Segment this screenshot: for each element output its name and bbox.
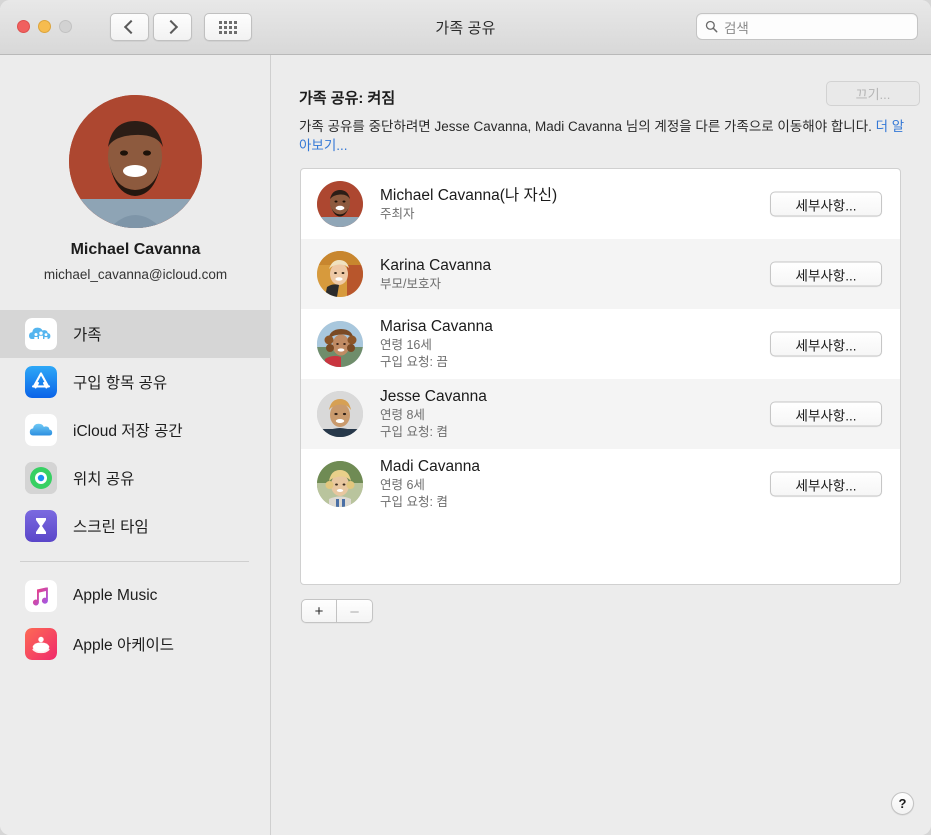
sidebar-item-label: 구입 항목 공유 (73, 375, 168, 392)
table-row[interactable]: Madi Cavanna 연령 6세 구입 요청: 켬 세부사항... (301, 449, 900, 519)
family-members-list: Michael Cavanna(나 자신) 주최자 세부사항... Karina… (300, 168, 901, 585)
table-row[interactable]: Karina Cavanna 부모/보호자 세부사항... (301, 239, 900, 309)
madi-thumb-image (317, 461, 363, 507)
jesse-thumb-image (317, 391, 363, 437)
member-info: Jesse Cavanna 연령 8세 구입 요청: 켬 (380, 387, 487, 441)
sidebar-item-label: 가족 (73, 327, 102, 344)
sidebar-divider (20, 561, 249, 562)
apple-music-icon (25, 580, 57, 612)
sidebar-item-label: 위치 공유 (73, 471, 135, 488)
sidebar-item-screen-time[interactable]: 스크린 타임 (0, 502, 271, 550)
profile-name: Michael Cavanna (70, 241, 201, 258)
michael-thumb-image (317, 181, 363, 227)
member-age: 연령 6세 (380, 478, 425, 492)
avatar (317, 181, 363, 227)
table-row[interactable]: Jesse Cavanna 연령 8세 구입 요청: 켬 세부사항... (301, 379, 900, 449)
table-row[interactable]: Marisa Cavanna 연령 16세 구입 요청: 끔 세부사항... (301, 309, 900, 379)
search-field[interactable]: 검색 (696, 13, 918, 40)
sidebar-item-label: iCloud 저장 공간 (73, 423, 183, 440)
sidebar-item-icloud-storage[interactable]: iCloud 저장 공간 (0, 406, 271, 454)
sidebar-item-apple-music[interactable]: Apple Music (0, 572, 271, 620)
avatar (317, 251, 363, 297)
turn-off-button[interactable]: 끄기... (826, 81, 920, 106)
details-button[interactable]: 세부사항... (770, 331, 882, 357)
table-row[interactable]: Michael Cavanna(나 자신) 주최자 세부사항... (301, 169, 900, 239)
sidebar: Michael Cavanna michael_cavanna@icloud.c… (0, 55, 271, 835)
avatar (69, 95, 202, 228)
karina-thumb-image (317, 251, 363, 297)
member-name: Michael Cavanna(나 자신) (380, 186, 558, 204)
member-ask-to-buy: 구입 요청: 끔 (380, 355, 448, 369)
main-content: 가족 공유: 켜짐 가족 공유를 중단하려면 Jesse Cavanna, Ma… (271, 55, 931, 835)
remove-member-button[interactable]: – (337, 599, 373, 623)
apple-arcade-icon (25, 628, 57, 660)
michael-avatar-image (69, 95, 202, 228)
member-info: Madi Cavanna 연령 6세 구입 요청: 켬 (380, 457, 480, 511)
member-name: Karina Cavanna (380, 256, 492, 274)
details-button[interactable]: 세부사항... (770, 261, 882, 287)
sidebar-item-purchase-sharing[interactable]: 구입 항목 공유 (0, 358, 271, 406)
title-bar: 가족 공유 검색 (0, 0, 931, 55)
member-ask-to-buy: 구입 요청: 켬 (380, 425, 448, 439)
status-description: 가족 공유를 중단하려면 Jesse Cavanna, Madi Cavanna… (299, 117, 909, 155)
member-name: Madi Cavanna (380, 458, 480, 475)
add-member-button[interactable]: + (301, 599, 337, 623)
system-preferences-window: 가족 공유 검색 Michael Cavanna michael_cavanna… (0, 0, 931, 835)
member-name: Jesse Cavanna (380, 388, 487, 405)
details-button[interactable]: 세부사항... (770, 471, 882, 497)
avatar (317, 391, 363, 437)
search-icon (705, 20, 718, 33)
help-button[interactable]: ? (891, 792, 914, 815)
sidebar-item-apple-arcade[interactable]: Apple 아케이드 (0, 620, 271, 668)
member-role: 부모/보호자 (380, 276, 441, 291)
find-my-icon (25, 462, 57, 494)
sidebar-nav-list: 가족 구입 항목 공유 iCloud 저장 공간 위치 공유 스크린 타임 Ap… (0, 310, 271, 668)
member-age: 연령 8세 (380, 408, 425, 422)
app-store-icon (25, 366, 57, 398)
icloud-icon (25, 414, 57, 446)
screen-time-icon (25, 510, 57, 542)
avatar (317, 321, 363, 367)
sidebar-item-label: 스크린 타임 (73, 519, 149, 536)
member-name: Marisa Cavanna (380, 318, 493, 335)
status-description-text: 가족 공유를 중단하려면 Jesse Cavanna, Madi Cavanna… (299, 119, 876, 134)
member-ask-to-buy: 구입 요청: 켬 (380, 495, 448, 509)
search-placeholder: 검색 (724, 20, 749, 36)
sidebar-item-family[interactable]: 가족 (0, 310, 271, 358)
add-remove-group: + – (301, 599, 373, 623)
sidebar-item-location-sharing[interactable]: 위치 공유 (0, 454, 271, 502)
sidebar-item-label: Apple Music (73, 587, 158, 604)
status-title: 가족 공유: 켜짐 (299, 90, 396, 107)
family-cloud-icon (25, 318, 57, 350)
member-info: Marisa Cavanna 연령 16세 구입 요청: 끔 (380, 317, 493, 371)
avatar (317, 461, 363, 507)
member-age: 연령 16세 (380, 338, 432, 352)
marisa-thumb-image (317, 321, 363, 367)
member-info: Michael Cavanna(나 자신) 주최자 (380, 186, 557, 223)
details-button[interactable]: 세부사항... (770, 401, 882, 427)
member-info: Karina Cavanna 부모/보호자 (380, 256, 491, 293)
member-role: 주최자 (380, 206, 415, 221)
details-button[interactable]: 세부사항... (770, 191, 882, 217)
profile-email: michael_cavanna@icloud.com (43, 267, 228, 282)
sidebar-item-label: Apple 아케이드 (73, 637, 174, 654)
